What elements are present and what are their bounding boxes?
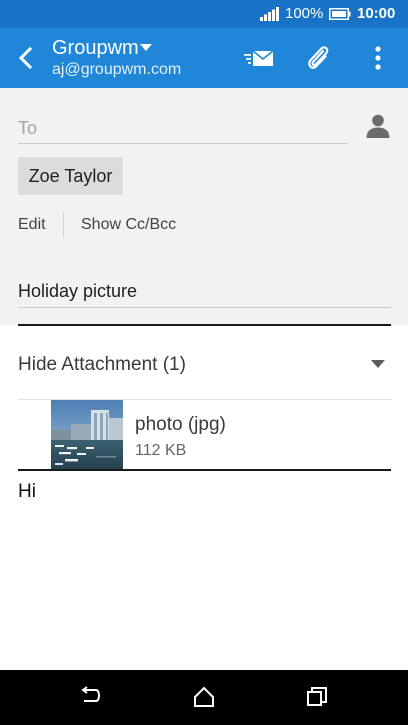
- account-email: aj@groupwm.com: [52, 61, 182, 78]
- clock: 10:00: [357, 5, 396, 22]
- attachment-size: 112 KB: [135, 442, 187, 459]
- battery-icon: [329, 8, 351, 20]
- compose-header: Zoe Taylor Edit Show Cc/Bcc: [0, 88, 408, 326]
- attachment-item[interactable]: photo (jpg) 112 KB: [51, 400, 391, 470]
- more-vert-icon[interactable]: [364, 42, 392, 74]
- subject-field[interactable]: [18, 275, 391, 308]
- app-bar: Groupwm aj@groupwm.com: [0, 28, 408, 88]
- send-icon[interactable]: [242, 44, 274, 72]
- account-name: Groupwm: [52, 37, 139, 59]
- account-selector[interactable]: Groupwm aj@groupwm.com: [52, 36, 252, 82]
- back-arrow-icon[interactable]: [10, 42, 42, 74]
- body-divider: [18, 469, 391, 471]
- message-body[interactable]: Hi: [18, 481, 391, 661]
- recipient-chip[interactable]: Zoe Taylor: [18, 157, 123, 195]
- hide-attachment-toggle[interactable]: Hide Attachment (1): [18, 350, 391, 380]
- attachment-name: photo (jpg): [135, 414, 226, 435]
- home-icon[interactable]: [192, 685, 216, 709]
- header-divider: [18, 324, 391, 326]
- person-icon[interactable]: [364, 112, 392, 140]
- show-cc-bcc-link[interactable]: Show Cc/Bcc: [81, 215, 176, 235]
- chevron-down-icon: [140, 44, 152, 51]
- to-field[interactable]: [18, 114, 348, 144]
- navigation-bar: [0, 670, 408, 725]
- nav-back-icon[interactable]: [78, 686, 102, 708]
- attachment-toggle-label: Hide Attachment (1): [18, 354, 186, 375]
- battery-percent: 100%: [285, 5, 324, 22]
- recent-apps-icon[interactable]: [306, 686, 328, 708]
- signal-icon: [260, 7, 279, 21]
- status-bar: 100% 10:00: [0, 0, 408, 28]
- link-divider: [63, 212, 64, 238]
- caret-down-icon: [371, 360, 385, 368]
- paperclip-icon[interactable]: [304, 42, 332, 74]
- attachment-thumbnail: [51, 400, 123, 470]
- edit-link[interactable]: Edit: [18, 215, 46, 235]
